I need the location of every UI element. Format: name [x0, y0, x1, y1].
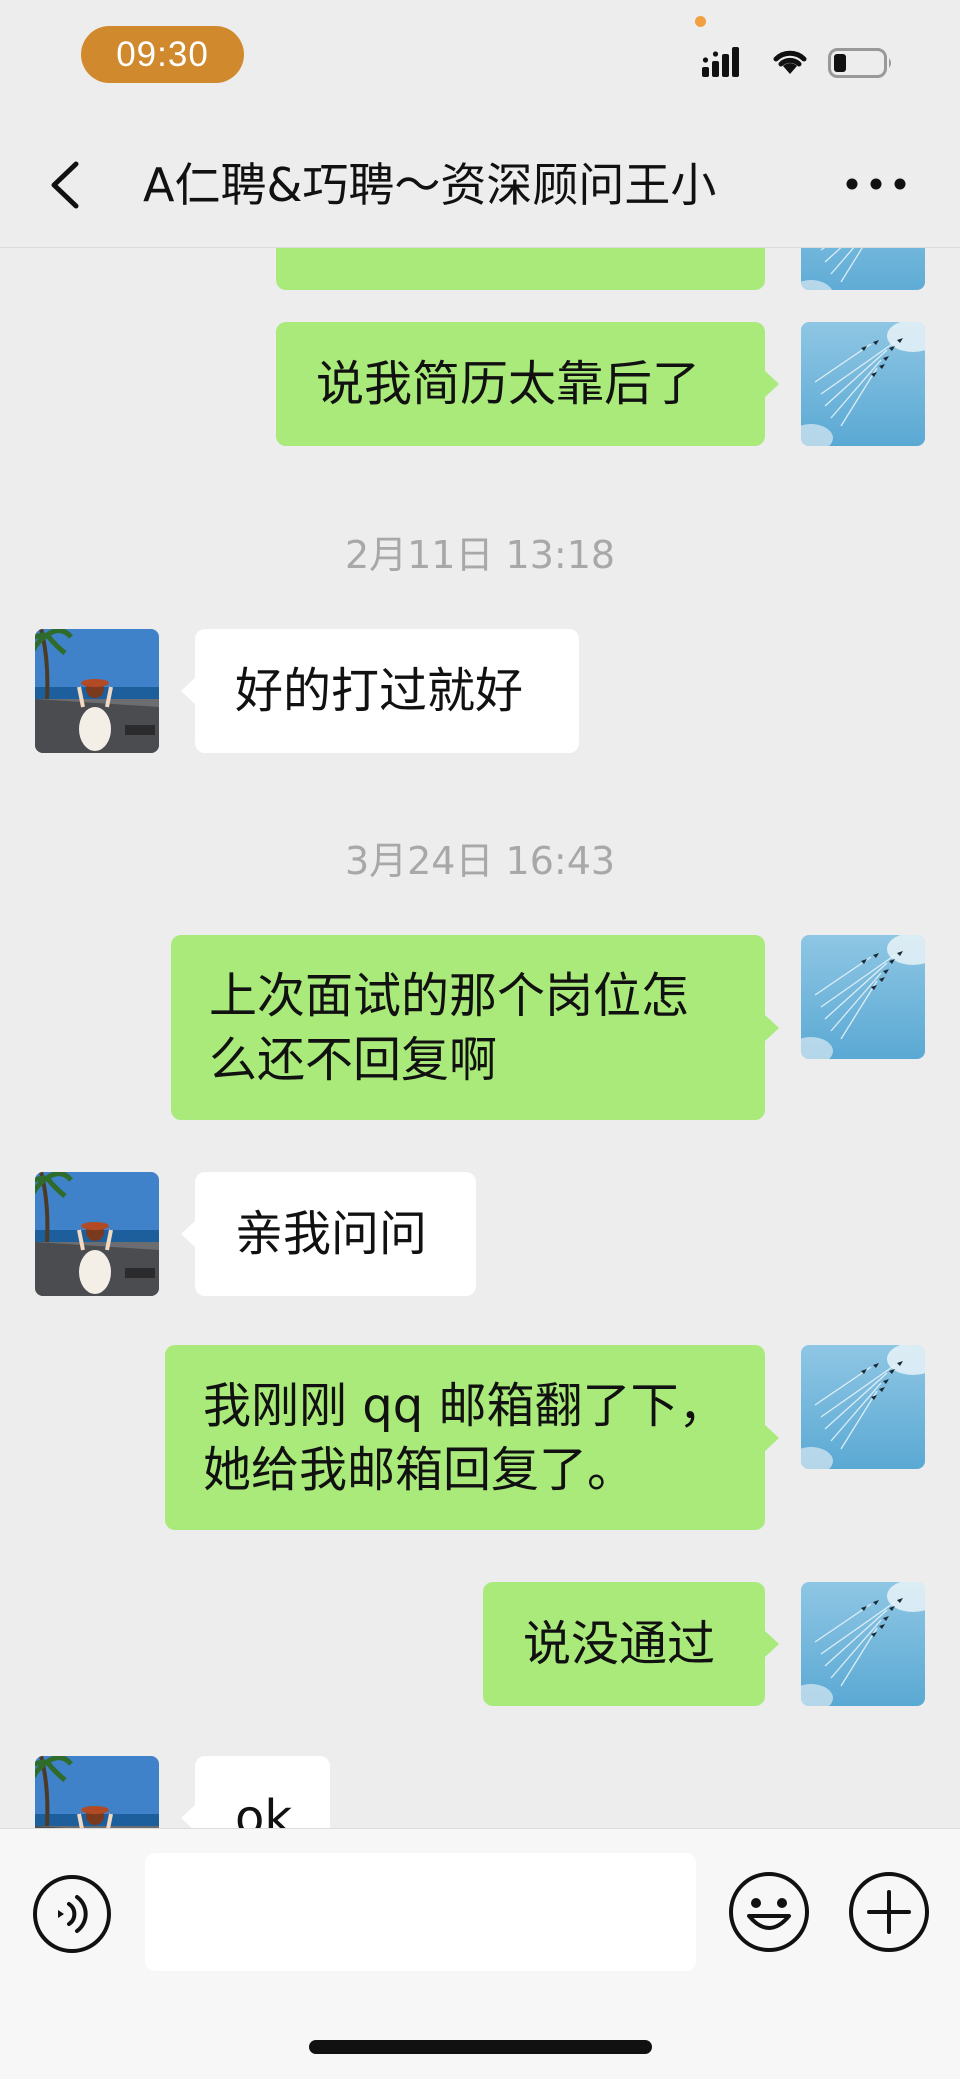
message-text: 亲我问问 — [235, 1206, 428, 1262]
sent-message-bubble-partial[interactable] — [276, 248, 765, 290]
chat-header: A仁聘&巧聘～资深顾问王小 — [0, 110, 960, 248]
message-list[interactable]: 说我简历太靠后了 2月11日 13:18 好的打过就好 3月24日 16:43 … — [0, 248, 960, 1828]
sent-message-bubble[interactable]: 我刚刚 qq 邮箱翻了下，她给我邮箱回复了。 — [165, 1345, 779, 1530]
user-avatar-jets[interactable] — [801, 1345, 925, 1469]
contact-avatar-beach[interactable] — [35, 629, 159, 753]
received-message-bubble[interactable]: 亲我问问 — [181, 1172, 476, 1296]
message-text: 上次面试的那个岗位怎么还不回复啊 — [209, 967, 690, 1088]
message-text: ok — [235, 1790, 293, 1828]
home-indicator[interactable] — [309, 2040, 652, 2054]
received-message-bubble[interactable]: 好的打过就好 — [181, 629, 579, 753]
chevron-left-icon[interactable] — [40, 150, 90, 220]
message-text: 我刚刚 qq 邮箱翻了下，她给我邮箱回复了。 — [203, 1377, 727, 1498]
user-avatar-jets[interactable] — [801, 248, 925, 290]
received-message-bubble[interactable]: ok — [181, 1756, 330, 1828]
sent-message-bubble[interactable]: 上次面试的那个岗位怎么还不回复啊 — [171, 935, 779, 1120]
timestamp: 3月24日 16:43 — [344, 839, 616, 883]
sent-message-bubble[interactable]: 说没通过 — [483, 1582, 779, 1706]
timestamp: 2月11日 13:18 — [344, 533, 616, 577]
message-text: 好的打过就好 — [235, 663, 524, 719]
sent-message-bubble[interactable]: 说我简历太靠后了 — [276, 322, 779, 446]
ellipsis-icon[interactable] — [840, 166, 912, 202]
user-avatar-jets[interactable] — [801, 322, 925, 446]
emoji-icon[interactable] — [727, 1870, 811, 1954]
message-text: 说没通过 — [523, 1616, 716, 1672]
battery-icon — [828, 48, 891, 78]
chat-title: A仁聘&巧聘～资深顾问王小 — [143, 158, 717, 212]
recording-indicator-dot — [695, 16, 706, 27]
plus-icon[interactable] — [847, 1870, 931, 1954]
status-time: 09:30 — [81, 26, 244, 83]
voice-input-icon[interactable] — [31, 1873, 113, 1955]
status-bar: 09:30 — [0, 0, 960, 110]
user-avatar-jets[interactable] — [801, 935, 925, 1059]
user-avatar-jets[interactable] — [801, 1582, 925, 1706]
cellular-signal-icon — [702, 47, 739, 77]
message-text: 说我简历太靠后了 — [316, 356, 701, 412]
contact-avatar-beach[interactable] — [35, 1172, 159, 1296]
wifi-icon — [773, 50, 807, 74]
message-input[interactable] — [145, 1853, 696, 1971]
contact-avatar-beach[interactable] — [35, 1756, 159, 1828]
